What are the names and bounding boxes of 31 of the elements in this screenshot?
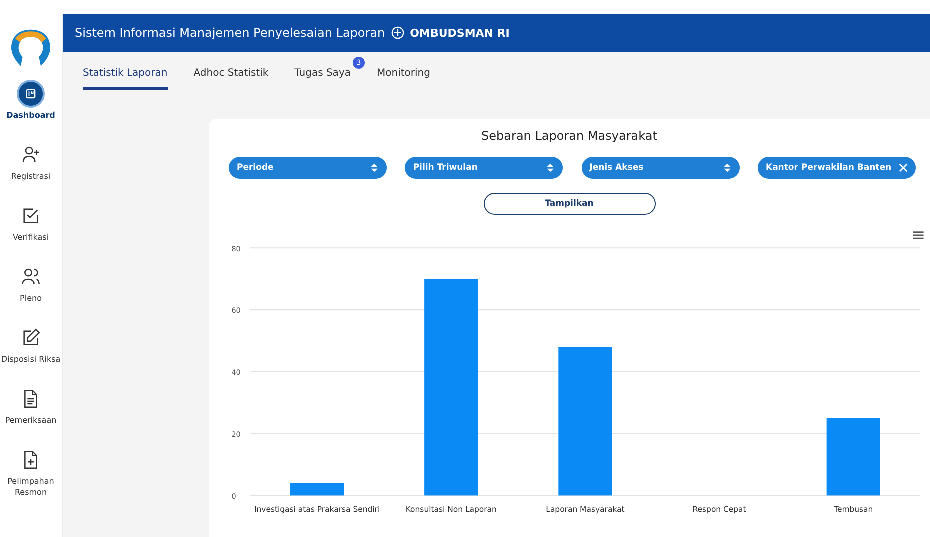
show-button[interactable]: Tampilkan: [484, 193, 656, 215]
user-add-icon: [21, 145, 41, 165]
sidebar-item[interactable]: Pleno: [0, 263, 62, 304]
sort-arrows-icon: [722, 163, 732, 173]
tab[interactable]: Statistik Laporan: [83, 68, 168, 90]
filter-select[interactable]: Jenis Akses: [582, 157, 740, 179]
edit-icon: [21, 328, 41, 348]
users-icon: [21, 267, 41, 287]
sidebar-item[interactable]: Registrasi: [0, 141, 62, 182]
checkbox-icon: [21, 206, 41, 226]
tab[interactable]: Adhoc Statistik: [194, 68, 269, 90]
sidebar-item[interactable]: Verifikasi: [0, 202, 62, 243]
close-icon: [898, 163, 908, 173]
tab[interactable]: Tugas Saya: [294, 68, 351, 90]
sort-arrows-icon: [370, 163, 379, 173]
plus-circle-icon: [391, 26, 406, 40]
filter-select[interactable]: Pilih Triwulan: [405, 157, 564, 179]
board-icon: [24, 87, 38, 101]
tab[interactable]: Monitoring: [377, 68, 430, 90]
bar: [290, 483, 344, 496]
sidebar-item[interactable]: Pemeriksaan: [0, 385, 62, 426]
org-name: OMBUDSMAN RI: [410, 26, 510, 40]
sidebar-item[interactable]: Disposisi Riksa: [0, 324, 62, 365]
sort-arrows-icon: [546, 163, 556, 173]
filter-select[interactable]: Periode: [229, 157, 387, 179]
app-title: Sistem Informasi Manajemen Penyelesaian Laporan: [75, 26, 386, 40]
menu-icon[interactable]: [913, 232, 924, 240]
sidebar-item[interactable]: Dashboard: [0, 80, 62, 121]
card-title: Sebaran Laporan Masyarakat: [480, 129, 658, 143]
sidebar-item[interactable]: Pelimpahan Resmon: [0, 446, 62, 498]
filter-select[interactable]: Kantor Perwakilan Banten: [758, 157, 916, 179]
